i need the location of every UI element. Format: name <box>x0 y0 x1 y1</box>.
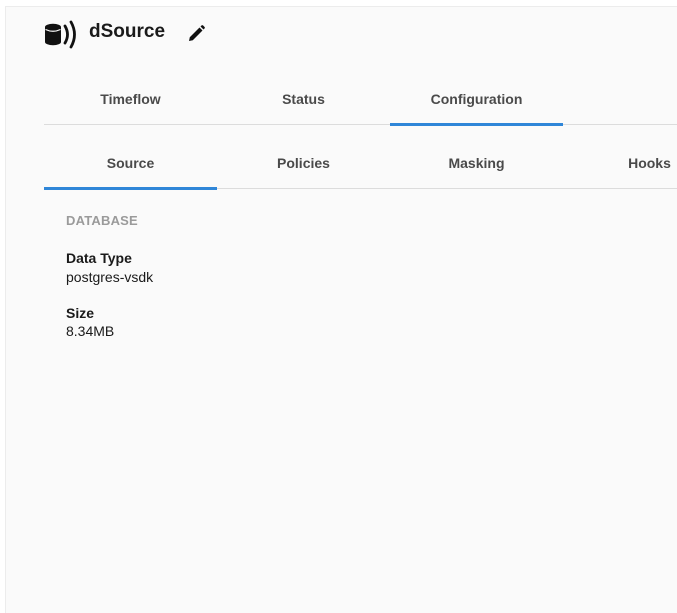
primary-tab-bar: Timeflow Status Configuration <box>44 79 677 126</box>
data-type-value: postgres-vsdk <box>66 269 154 285</box>
tab-hooks[interactable]: Hooks <box>563 143 677 189</box>
page-header: dSource <box>6 7 677 61</box>
size-label: Size <box>66 305 95 321</box>
section-title-database: DATABASE <box>66 213 138 228</box>
tab-status[interactable]: Status <box>217 79 390 125</box>
page-title: dSource <box>89 21 166 42</box>
tab-configuration[interactable]: Configuration <box>390 79 563 126</box>
secondary-tab-bar: Source Policies Masking Hooks <box>44 143 677 190</box>
dsource-database-icon <box>45 20 76 49</box>
tab-policies[interactable]: Policies <box>217 143 390 189</box>
data-type-label: Data Type <box>66 250 132 266</box>
size-value: 8.34MB <box>66 323 115 339</box>
dsource-panel: dSource Timeflow Status Configuration So… <box>5 6 677 613</box>
tab-masking[interactable]: Masking <box>390 143 563 189</box>
pencil-icon[interactable] <box>186 24 206 44</box>
tab-timeflow[interactable]: Timeflow <box>44 79 217 125</box>
tab-source[interactable]: Source <box>44 143 217 190</box>
